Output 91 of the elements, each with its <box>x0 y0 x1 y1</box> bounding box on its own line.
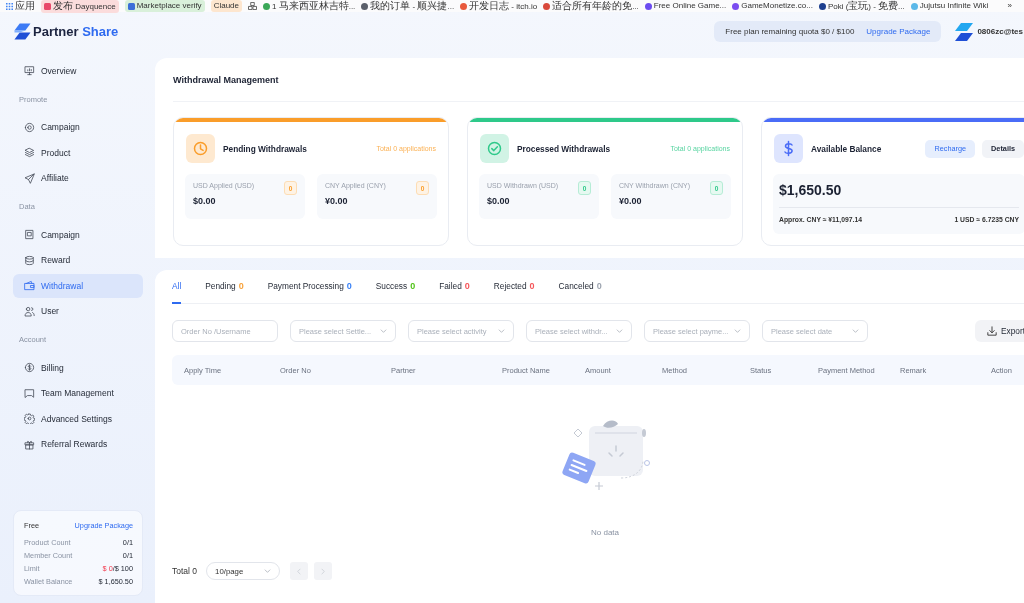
favicon-icon <box>543 2 551 10</box>
nav-item[interactable]: Billing <box>13 355 143 380</box>
download-icon <box>987 326 997 336</box>
stat-amount: ¥0.00 <box>619 196 643 206</box>
more-bookmarks-button[interactable]: » <box>1007 0 1020 12</box>
logo-icon <box>14 23 31 40</box>
card-title: Available Balance <box>811 143 882 154</box>
avatar-icon[interactable] <box>954 21 975 42</box>
chevron-down-icon <box>264 569 272 573</box>
favicon-icon <box>460 2 468 10</box>
card-title: Pending Withdrawals <box>223 143 307 154</box>
upgrade-link[interactable]: Upgrade Package <box>866 27 931 36</box>
status-tab[interactable]: All <box>172 270 182 304</box>
favicon-icon <box>644 2 652 10</box>
stat-amount: ¥0.00 <box>325 196 349 206</box>
favicon-icon <box>361 2 369 10</box>
stat-amount: $0.00 <box>193 196 217 206</box>
favicon-icon <box>732 2 740 10</box>
nav-item[interactable]: Campaign <box>13 222 143 247</box>
nav-item[interactable]: Team Management <box>13 381 143 406</box>
dollar-coin-icon <box>24 362 35 374</box>
stat-amount: $0.00 <box>487 196 511 206</box>
nav-item[interactable]: Advanced Settings <box>13 406 143 431</box>
bookmark-group-chip[interactable]: Marketplace verify <box>124 0 205 12</box>
chevron-down-icon <box>734 329 741 333</box>
bookmark-link[interactable]: 1 马来西亚林吉特... <box>263 0 356 13</box>
chevron-down-icon <box>380 329 387 333</box>
nav-item[interactable]: User <box>13 299 143 324</box>
tab-groups-icon[interactable] <box>248 2 257 10</box>
export-button[interactable]: Export <box>975 320 1024 342</box>
chevron-down-icon <box>852 329 859 333</box>
status-tab[interactable]: Payment Processing 0 <box>267 270 352 304</box>
bookmark-group-chip[interactable]: 发布 Dayquence <box>41 0 119 13</box>
tab-count: 0 <box>238 281 244 291</box>
bookmark-group-chip[interactable]: Claude <box>210 0 242 12</box>
gear-icon <box>24 413 35 425</box>
tab-count: 0 <box>346 281 352 291</box>
document-icon <box>24 229 35 241</box>
clock-icon <box>186 134 215 163</box>
nav-item[interactable]: Affiliate <box>13 166 143 191</box>
bookmark-link[interactable]: Free Online Game... <box>644 0 727 12</box>
nav-item[interactable]: Overview <box>13 58 143 83</box>
gift-icon <box>24 438 35 450</box>
quota-text: Free plan remaining quota $0 / $100 <box>725 27 855 36</box>
favicon-icon <box>44 2 51 10</box>
balance-amount: $1,650.50 <box>779 180 1019 208</box>
bookmark-link[interactable]: 开发日志 - itch.io <box>460 0 538 13</box>
favicon-icon <box>910 2 918 10</box>
dollar-icon <box>774 134 803 163</box>
bookmark-link[interactable]: 适合所有年龄的免... <box>543 0 639 13</box>
bookmark-link[interactable]: 我的订单 - 顺兴捷... <box>361 0 455 13</box>
chevron-down-icon <box>616 329 623 333</box>
tab-count: 0 <box>464 281 470 291</box>
status-tab[interactable]: Pending 0 <box>205 270 244 304</box>
chevron-left-icon <box>297 567 302 575</box>
status-tab[interactable]: Success 0 <box>375 270 416 304</box>
tab-count: 0 <box>529 281 535 291</box>
status-tab[interactable]: Rejected 0 <box>493 270 535 304</box>
target-icon <box>24 121 35 133</box>
empty-message: No data <box>591 528 619 537</box>
nav-item[interactable]: Withdrawal <box>13 273 143 298</box>
chevron-down-icon <box>498 329 505 333</box>
nav-item[interactable]: Reward <box>13 248 143 273</box>
nav-item[interactable]: Campaign <box>13 115 143 140</box>
send-icon <box>24 172 35 184</box>
nav-item[interactable]: Referral Rewards <box>13 432 143 457</box>
favicon-icon <box>127 2 135 10</box>
total-count: Total 0 <box>172 566 198 576</box>
layers-icon <box>24 147 35 159</box>
chevron-right-icon <box>321 567 326 575</box>
tab-count: 0 <box>410 281 416 291</box>
user-email[interactable]: 0806zc@tes <box>977 27 1023 36</box>
message-icon <box>24 387 35 399</box>
nav-item[interactable]: Product <box>13 140 143 165</box>
status-tab[interactable]: Failed 0 <box>439 270 470 304</box>
database-icon <box>24 254 35 266</box>
apps-grid-icon <box>6 2 13 10</box>
favicon-icon <box>818 2 826 10</box>
wallet-icon <box>24 280 35 292</box>
tab-count: 0 <box>596 281 602 291</box>
bookmark-link[interactable]: Poki (宝玩) - 免费... <box>818 0 905 13</box>
card-title: Processed Withdrawals <box>517 143 611 154</box>
favicon-icon <box>263 2 270 10</box>
bookmark-link[interactable]: GameMonetize.co... <box>732 0 813 12</box>
user-icon <box>24 305 35 317</box>
monitor-icon <box>24 65 35 77</box>
brand-name: Partner Share <box>33 24 119 39</box>
page-title: Withdrawal Management <box>173 74 279 85</box>
apps-shortcut[interactable]: 应用 <box>6 0 35 13</box>
bookmark-link[interactable]: Jujutsu Infinite Wiki <box>910 0 989 12</box>
status-tab[interactable]: Canceled 0 <box>558 270 602 304</box>
